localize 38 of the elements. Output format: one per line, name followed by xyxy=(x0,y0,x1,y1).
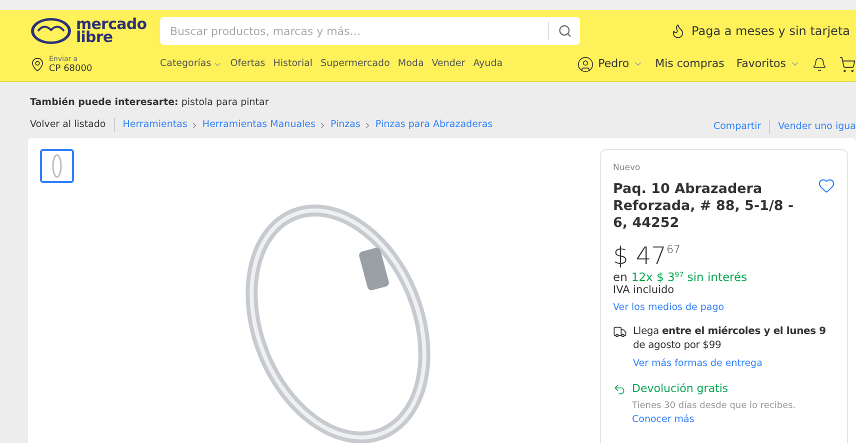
nav-link[interactable]: Ayuda xyxy=(473,56,503,72)
location-pin-icon xyxy=(30,56,45,72)
location-value[interactable]: CP 68000 xyxy=(49,64,92,74)
cart-icon[interactable] xyxy=(839,56,856,72)
nav-link[interactable]: Vender xyxy=(432,56,466,72)
returns-text: Tienes 30 días desde que lo recibes. xyxy=(632,400,796,412)
search-icon xyxy=(558,24,572,38)
condition-label: Nuevo xyxy=(613,162,642,175)
nav-link[interactable]: Ofertas xyxy=(230,56,266,72)
search-button[interactable] xyxy=(548,17,580,45)
back-link[interactable]: Volver al listado xyxy=(30,118,115,132)
returns-link[interactable]: Conocer más xyxy=(632,414,796,426)
tax-note: IVA incluido xyxy=(613,284,676,297)
nav-link[interactable]: Historial xyxy=(273,56,313,72)
promo-text[interactable]: Paga a meses y sin tarjeta xyxy=(692,22,850,40)
returns-title: Devolución gratis xyxy=(632,381,730,398)
logo-text[interactable]: mercado libre xyxy=(76,18,147,44)
suggestion-text: También puede interesarte: pistola para pintar xyxy=(30,97,269,108)
price: $ 47$^{67}$ xyxy=(613,242,682,270)
search-field[interactable]: Buscar productos, marcas y más… xyxy=(160,17,548,45)
installments-prefix: en xyxy=(613,270,628,284)
user-icon xyxy=(577,56,594,72)
user-menu[interactable]: Pedro xyxy=(577,56,644,72)
nav-link[interactable]: Mis compras xyxy=(655,56,724,72)
nav-link[interactable]: Categorías xyxy=(160,56,222,72)
notifications-icon[interactable] xyxy=(812,56,827,72)
shipping-options-link[interactable]: Ver más formas de entrega xyxy=(633,357,835,372)
product-thumbnail[interactable] xyxy=(40,149,74,183)
truck-icon xyxy=(613,325,627,339)
installments-text: 12x $ 3$^{97}$ sin interés xyxy=(631,270,748,284)
favorite-heart-icon[interactable] xyxy=(818,176,835,194)
payment-methods-link[interactable]: Ver los medios de pago xyxy=(613,300,835,315)
return-arrow-icon xyxy=(613,383,626,396)
nav-link[interactable]: Moda xyxy=(398,56,424,72)
nav-link[interactable]: Supermercado xyxy=(320,56,390,72)
nav-link[interactable]: Favoritos xyxy=(736,56,800,72)
shipping-text: Llega entre el miércoles y el lunes 9 de agosto por $99 xyxy=(633,325,827,353)
product-title: Paq. 10 Abrazadera Reforzada, # 88, 5-1/8 - 6, 44252 xyxy=(613,180,795,232)
